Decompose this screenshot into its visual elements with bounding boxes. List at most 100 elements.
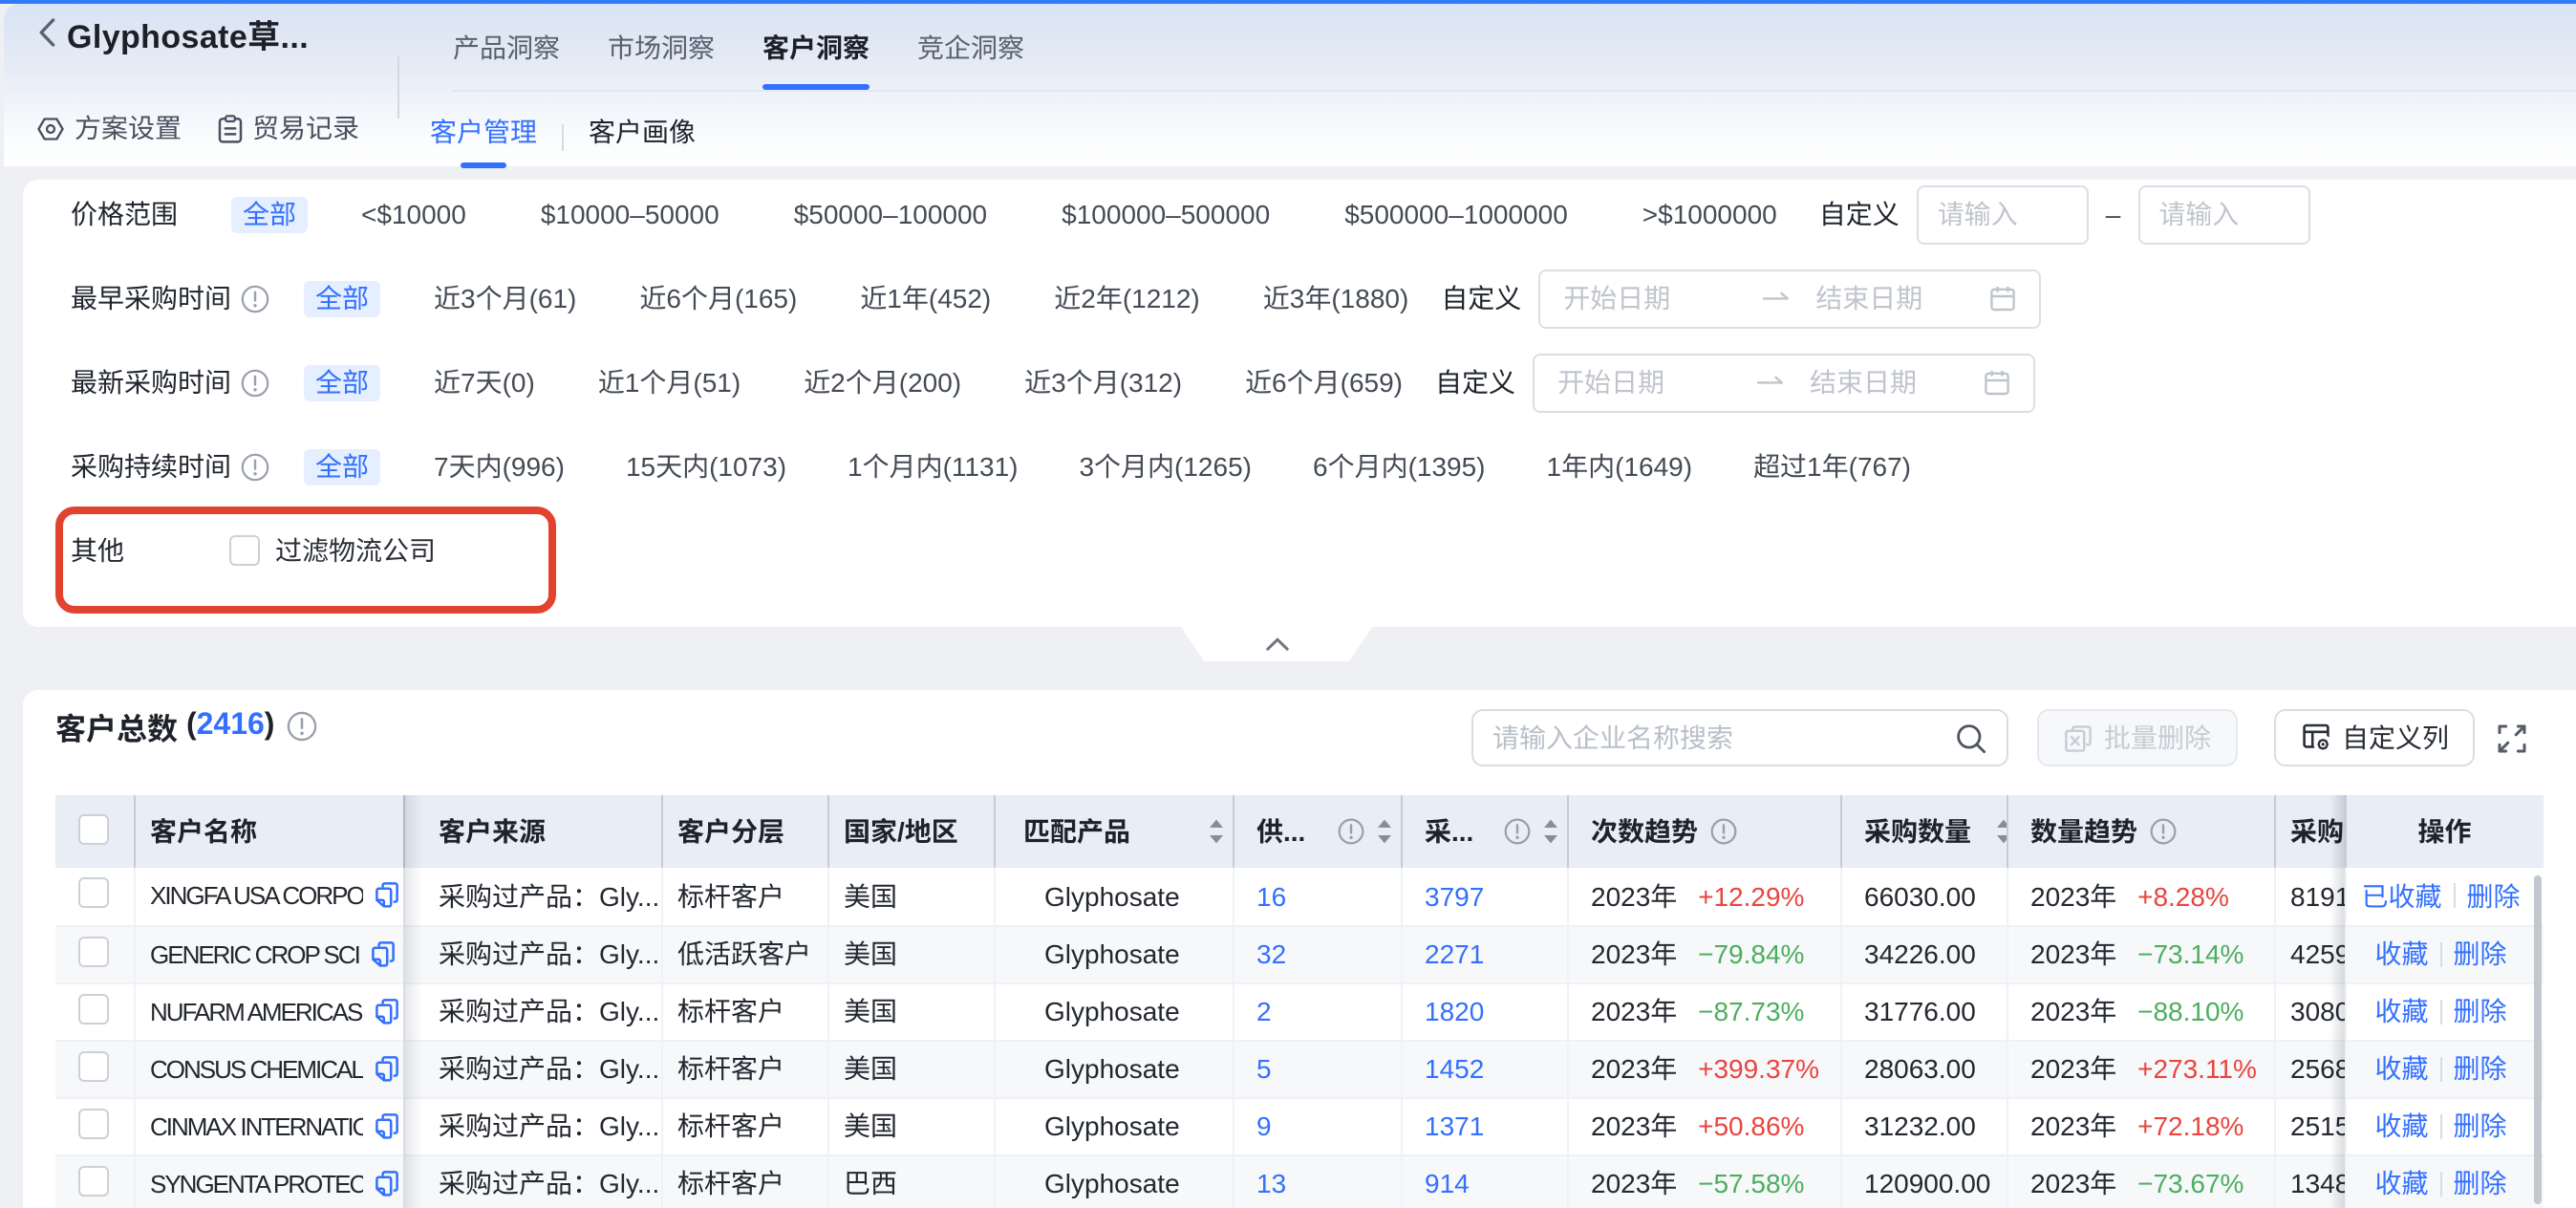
tab-product-insight[interactable]: 产品洞察 [453,4,560,92]
sort-icon[interactable] [1375,818,1392,845]
duration-option-7[interactable]: 超过1年(767) [1753,447,1911,485]
col-customer-tier[interactable]: 客户分层 [661,795,827,868]
cell-suppliers[interactable]: 9 [1233,1097,1401,1154]
delete-link[interactable]: 删除 [2454,935,2507,973]
select-all-checkbox[interactable] [55,795,134,868]
subtab-customer-management[interactable]: 客户管理 [430,107,537,166]
cell-purchases[interactable]: 3797 [1401,868,1567,925]
col-purchases[interactable]: 采... [1401,795,1567,868]
row-checkbox[interactable] [55,982,134,1040]
col-quantity[interactable]: 采购数量 [1840,795,2007,868]
info-icon[interactable] [1709,818,1736,845]
col-amount-clipped[interactable]: 采购数 [2274,795,2345,868]
earliest-option-4[interactable]: 近2年(1212) [1054,279,1200,317]
latest-option-all[interactable]: 全部 [304,364,380,400]
back-icon[interactable] [36,17,57,48]
duration-option-2[interactable]: 15天内(1073) [626,447,786,485]
filter-logistics-checkbox[interactable] [229,535,260,566]
end-date-input[interactable]: 结束日期 [1815,279,1989,317]
price-max-input[interactable]: 请输入 [2137,184,2309,244]
copy-icon[interactable] [374,1111,398,1140]
latest-option-4[interactable]: 近3个月(312) [1024,363,1182,401]
col-count-trend[interactable]: 次数趋势 [1567,795,1840,868]
cell-purchases[interactable]: 914 [1401,1154,1567,1208]
price-option-6[interactable]: >$1000000 [1642,199,1777,229]
cell-suppliers[interactable]: 2 [1233,982,1401,1040]
delete-link[interactable]: 删除 [2454,1164,2507,1202]
col-suppliers[interactable]: 供... [1233,795,1401,868]
price-custom-label[interactable]: 自定义 [1819,195,1900,233]
duration-option-all[interactable]: 全部 [304,448,380,485]
cell-customer-name[interactable]: GENERIC CROP SCI [134,925,403,982]
cell-suppliers[interactable]: 13 [1233,1154,1401,1208]
copy-icon[interactable] [374,1169,398,1197]
latest-date-range-picker[interactable]: 开始日期 结束日期 [1533,353,2035,412]
earliest-option-all[interactable]: 全部 [304,280,380,316]
duration-option-4[interactable]: 3个月内(1265) [1079,447,1252,485]
row-checkbox[interactable] [55,925,134,982]
info-icon[interactable] [286,711,316,742]
col-customer-name[interactable]: 客户名称 [134,795,403,868]
cell-customer-name[interactable]: CONSUS CHEMICAL [134,1040,403,1097]
favorite-link[interactable]: 已收藏 [2362,877,2442,916]
latest-option-3[interactable]: 近2个月(200) [804,363,961,401]
favorite-link[interactable]: 收藏 [2375,1107,2429,1145]
sort-icon[interactable] [1541,818,1558,845]
copy-icon[interactable] [371,939,396,968]
duration-option-6[interactable]: 1年内(1649) [1547,447,1693,485]
latest-custom-label[interactable]: 自定义 [1435,363,1515,401]
earliest-date-range-picker[interactable]: 开始日期 结束日期 [1538,269,2041,328]
price-option-2[interactable]: $10000–50000 [541,199,719,229]
price-min-input[interactable]: 请输入 [1917,184,2089,244]
copy-icon[interactable] [374,1054,398,1083]
search-icon[interactable] [1955,722,1987,754]
sort-icon[interactable] [1994,818,2007,845]
col-matched-product[interactable]: 匹配产品 [994,795,1233,868]
copy-icon[interactable] [374,997,398,1025]
latest-option-2[interactable]: 近1个月(51) [598,363,741,401]
favorite-link[interactable]: 收藏 [2375,992,2429,1030]
cell-customer-name[interactable]: SYNGENTA PROTEC [134,1154,403,1208]
subtab-customer-profile[interactable]: 客户画像 [589,107,696,166]
delete-link[interactable]: 删除 [2454,1107,2507,1145]
delete-link[interactable]: 删除 [2467,877,2521,916]
fullscreen-icon[interactable] [2498,724,2526,753]
cell-suppliers[interactable]: 5 [1233,1040,1401,1097]
filter-logistics-label[interactable]: 过滤物流公司 [275,531,436,570]
col-customer-source[interactable]: 客户来源 [403,795,661,868]
info-icon[interactable] [2149,818,2176,845]
cell-purchases[interactable]: 1371 [1401,1097,1567,1154]
price-option-3[interactable]: $50000–100000 [794,199,987,229]
price-option-all[interactable]: 全部 [231,196,308,232]
earliest-option-5[interactable]: 近3年(1880) [1263,279,1409,317]
cell-customer-name[interactable]: XINGFA USA CORPO [134,868,403,925]
duration-option-1[interactable]: 7天内(996) [434,447,565,485]
favorite-link[interactable]: 收藏 [2375,1164,2429,1202]
start-date-input[interactable]: 开始日期 [1563,279,1762,317]
collapse-filters-tab[interactable] [1181,627,1372,661]
cell-customer-name[interactable]: NUFARM AMERICAS, [134,982,403,1040]
row-checkbox[interactable] [55,868,134,925]
latest-option-1[interactable]: 近7天(0) [434,363,535,401]
price-option-4[interactable]: $100000–500000 [1062,199,1270,229]
earliest-custom-label[interactable]: 自定义 [1441,279,1521,317]
duration-option-5[interactable]: 6个月内(1395) [1313,447,1486,485]
favorite-link[interactable]: 收藏 [2375,1049,2429,1088]
price-option-5[interactable]: $500000–1000000 [1344,199,1568,229]
custom-columns-button[interactable]: 自定义列 [2274,709,2475,766]
info-icon[interactable] [241,368,269,397]
earliest-option-1[interactable]: 近3个月(61) [434,279,576,317]
cell-suppliers[interactable]: 32 [1233,925,1401,982]
latest-option-5[interactable]: 近6个月(659) [1245,363,1403,401]
earliest-option-2[interactable]: 近6个月(165) [639,279,797,317]
info-icon[interactable] [241,452,269,481]
sort-icon[interactable] [1207,818,1224,845]
info-icon[interactable] [1503,818,1530,845]
tab-market-insight[interactable]: 市场洞察 [608,4,715,92]
vertical-scrollbar[interactable] [2534,875,2541,1204]
col-qty-trend[interactable]: 数量趋势 [2007,795,2274,868]
cell-customer-name[interactable]: CINMAX INTERNATIO [134,1097,403,1154]
company-search-input[interactable]: 请输入企业名称搜索 [1471,709,2008,766]
trade-records-button[interactable]: 贸易记录 [218,109,359,147]
earliest-option-3[interactable]: 近1年(452) [860,279,991,317]
